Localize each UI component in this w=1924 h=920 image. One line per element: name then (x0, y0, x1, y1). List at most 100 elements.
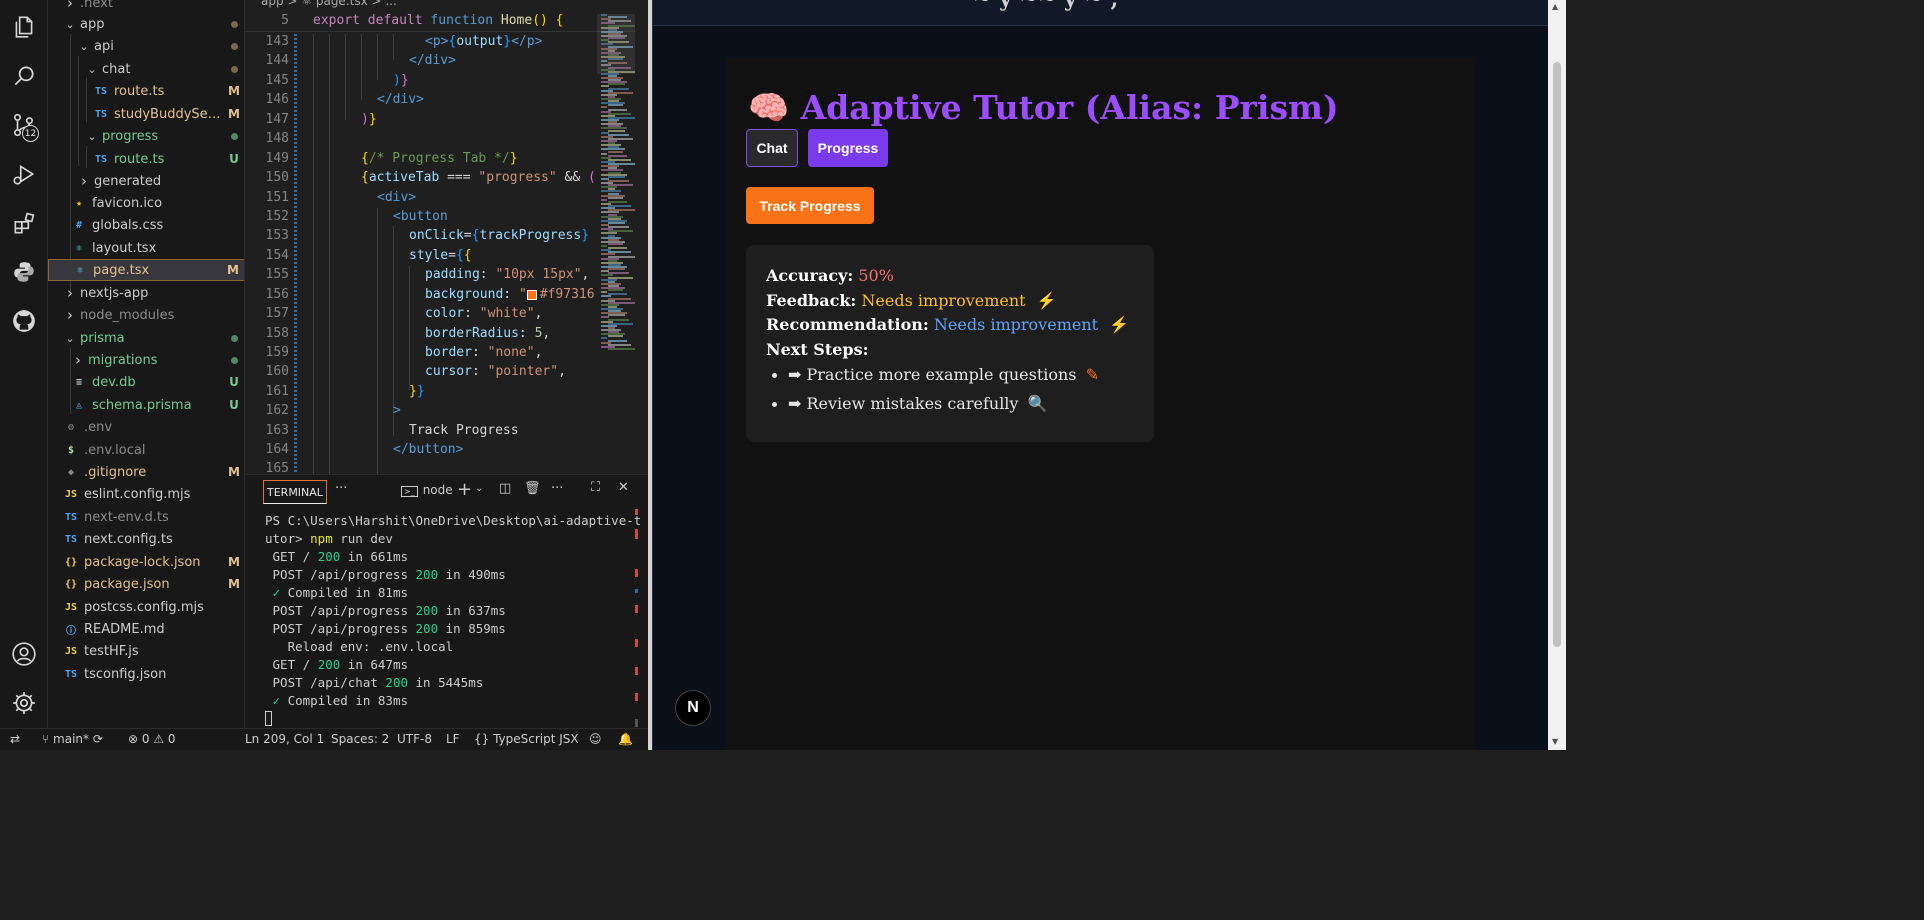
more-tabs-icon[interactable]: ··· (335, 481, 347, 496)
code-line[interactable]: 155 padding: "10px 15px", (245, 267, 648, 286)
explorer-item[interactable]: TS route.ts M (48, 80, 244, 102)
problems-indicator[interactable]: ⊗ 0 ⚠ 0 (128, 732, 176, 746)
explorer-item[interactable]: › .next (48, 0, 244, 14)
encoding[interactable]: UTF-8 (397, 732, 432, 746)
code-line[interactable]: 158 borderRadius: 5, (245, 326, 648, 345)
explorer-item[interactable]: › generated (48, 170, 244, 192)
explorer-item[interactable]: ⚙ .env (48, 416, 244, 438)
terminal-shell-selector[interactable]: >_ node (401, 483, 453, 497)
run-debug-icon[interactable] (11, 161, 37, 187)
more-actions-icon[interactable]: ··· (551, 481, 563, 496)
code-line[interactable]: 163 Track Progress (245, 423, 648, 442)
explorer-item[interactable]: TS next-env.d.ts (48, 506, 244, 528)
remote-indicator-icon[interactable]: ⇄ (10, 732, 20, 746)
editor-scrollbar[interactable] (636, 0, 648, 474)
explorer-item[interactable]: JS eslint.config.mjs (48, 483, 244, 505)
code-line[interactable]: 165 (245, 461, 648, 474)
explorer-item[interactable]: TS studyBuddyServ... M (48, 103, 244, 125)
split-terminal-icon[interactable]: ◫ (499, 481, 511, 496)
tab-terminal[interactable]: TERMINAL (263, 480, 327, 504)
explorer-item[interactable]: $ .env.local (48, 439, 244, 461)
github-icon[interactable] (11, 308, 37, 334)
notifications-bell-icon[interactable]: 🔔 (618, 732, 633, 746)
terminal-panel[interactable]: TERMINAL ··· >_ node + ⌄ ◫ 🗑 ··· ⛶ ✕ PS C… (245, 474, 648, 728)
explorer-item[interactable]: ⌄ api (48, 35, 244, 57)
trash-icon[interactable]: 🗑 (524, 481, 541, 496)
close-icon[interactable]: ✕ (618, 480, 629, 495)
explorer-files-icon[interactable] (11, 14, 37, 40)
explorer-item[interactable]: ◬ schema.prisma U (48, 394, 244, 416)
language-mode[interactable]: {} TypeScript JSX (474, 732, 579, 746)
explorer-item[interactable]: ⌄ prisma (48, 327, 244, 349)
code-line[interactable]: 151 <div> (245, 190, 648, 209)
chevron-down-icon[interactable]: ⌄ (78, 40, 90, 53)
explorer-item[interactable]: TS route.ts U (48, 148, 244, 170)
new-terminal-plus-icon[interactable]: + (457, 479, 472, 500)
terminal-scrollbar[interactable] (635, 509, 643, 729)
explorer-item[interactable]: ⚛ layout.tsx (48, 237, 244, 259)
explorer-item[interactable]: ⚛ page.tsx M (48, 259, 244, 281)
explorer-item[interactable]: ⌄ progress (48, 125, 244, 147)
chevron-down-icon[interactable]: ⌄ (64, 18, 76, 31)
account-icon[interactable] (11, 641, 37, 667)
explorer-item[interactable]: ◆ .gitignore M (48, 461, 244, 483)
explorer-item[interactable]: ⓘ README.md (48, 618, 244, 640)
code-line[interactable]: 154 style={{ (245, 248, 648, 267)
explorer-item[interactable]: TS next.config.ts (48, 528, 244, 550)
search-icon[interactable] (11, 63, 37, 89)
explorer-item[interactable]: ★ favicon.ico (48, 192, 244, 214)
breadcrumb[interactable]: app > ⚛ page.tsx > ... (261, 0, 397, 10)
end-of-line[interactable]: LF (446, 732, 460, 746)
chevron-down-icon[interactable]: ⌄ (86, 63, 98, 76)
code-line[interactable]: 160 cursor: "pointer", (245, 364, 648, 383)
explorer-item[interactable]: › node_modules (48, 304, 244, 326)
code-line[interactable]: 145)} (245, 73, 648, 92)
explorer-item[interactable]: ⌄ app (48, 13, 244, 35)
indentation[interactable]: Spaces: 2 (331, 732, 389, 746)
code-line[interactable]: 164 </button> (245, 442, 648, 461)
minimap-viewport[interactable] (597, 14, 635, 74)
cursor-position[interactable]: Ln 209, Col 1 (245, 732, 324, 746)
minimap[interactable] (597, 14, 635, 354)
chevron-right-icon[interactable]: › (64, 284, 76, 302)
chevron-right-icon[interactable]: › (64, 0, 76, 12)
chevron-down-icon[interactable]: ⌄ (475, 483, 483, 494)
code-line[interactable]: 147)} (245, 112, 648, 131)
maximize-panel-icon[interactable]: ⛶ (591, 480, 600, 495)
code-line[interactable]: 159 border: "none", (245, 345, 648, 364)
code-line[interactable]: 150 {activeTab === "progress" && ( (245, 170, 648, 189)
copilot-icon[interactable]: ☺ (589, 732, 602, 746)
explorer-item[interactable]: TS tsconfig.json (48, 663, 244, 685)
explorer-item[interactable]: {} package.json M (48, 573, 244, 595)
scroll-up-arrow-icon[interactable]: ▲ (1552, 2, 1558, 11)
scrollbar-thumb[interactable] (1553, 62, 1561, 647)
explorer-item[interactable]: # globals.css (48, 214, 244, 236)
explorer-item[interactable]: JS postcss.config.mjs (48, 596, 244, 618)
code-line[interactable]: 149 {/* Progress Tab */} (245, 151, 648, 170)
sticky-scroll-header[interactable]: 5 export default function Home() { (245, 12, 648, 32)
nextjs-dev-indicator[interactable]: N (675, 690, 711, 726)
code-line[interactable]: 146 </div> (245, 92, 648, 111)
track-progress-button[interactable]: Track Progress (746, 187, 874, 224)
code-editor[interactable]: app > ⚛ page.tsx > ... 5 export default … (245, 0, 648, 474)
explorer-item[interactable]: ⌄ chat (48, 58, 244, 80)
explorer-item[interactable]: › migrations (48, 349, 244, 371)
code-line[interactable]: 162 > (245, 403, 648, 422)
chevron-right-icon[interactable]: › (64, 306, 76, 324)
scroll-down-arrow-icon[interactable]: ▼ (1552, 737, 1558, 746)
explorer-item[interactable]: JS testHF.js (48, 640, 244, 662)
tab-chat[interactable]: Chat (746, 129, 798, 167)
explorer-item[interactable]: ≡ dev.db U (48, 371, 244, 393)
browser-scrollbar[interactable]: ▲ ▼ (1548, 0, 1566, 750)
code-line[interactable]: 153 onClick={trackProgress} (245, 228, 648, 247)
python-icon[interactable] (11, 259, 37, 285)
code-line[interactable]: 144 </div> (245, 53, 648, 72)
code-line[interactable]: 157 color: "white", (245, 306, 648, 325)
tab-progress[interactable]: Progress (808, 129, 888, 167)
chevron-down-icon[interactable]: ⌄ (64, 332, 76, 345)
settings-gear-icon[interactable] (11, 690, 37, 716)
explorer-item[interactable]: › nextjs-app (48, 282, 244, 304)
code-line[interactable]: 161}} (245, 384, 648, 403)
explorer-item[interactable]: {} package-lock.json M (48, 551, 244, 573)
chevron-down-icon[interactable]: ⌄ (86, 130, 98, 143)
